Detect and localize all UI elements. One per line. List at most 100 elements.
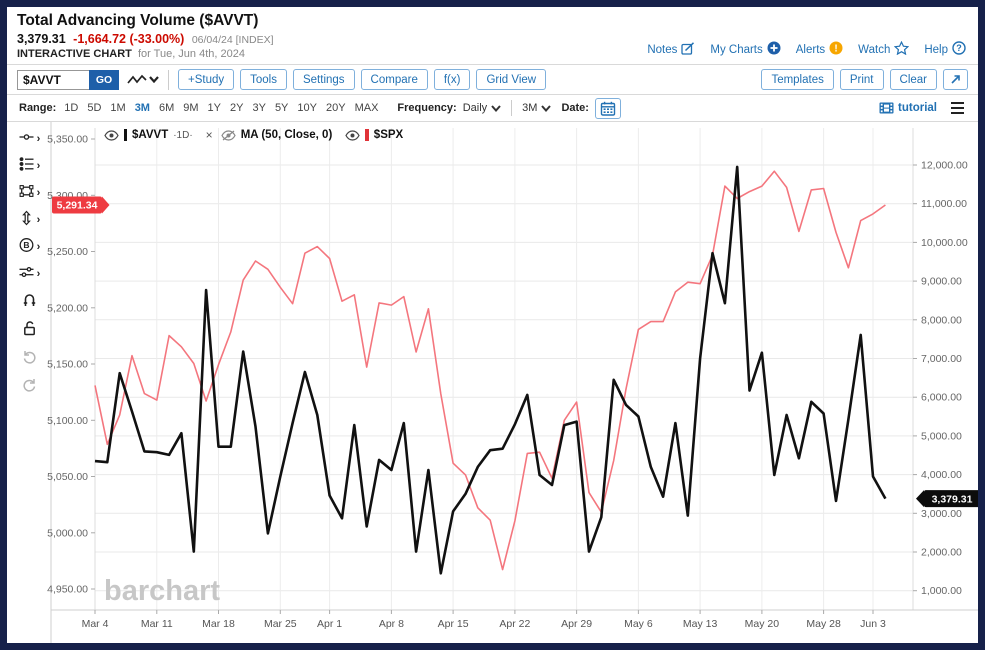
clear-button[interactable]: Clear [890, 69, 937, 90]
chart-type-selector[interactable] [127, 73, 159, 87]
redo-button[interactable] [21, 372, 38, 400]
undo-button[interactable] [21, 344, 38, 372]
range-5d[interactable]: 5D [87, 102, 101, 114]
left-axis-tick-label: 5,000.00 [47, 527, 88, 539]
frequency-label: Frequency: [397, 102, 456, 114]
left-axis-tick-label: 5,200.00 [47, 302, 88, 314]
chevron-right-icon[interactable]: › [37, 134, 41, 145]
period-value: 3M [522, 102, 537, 114]
avvt-line-series[interactable] [95, 167, 885, 573]
drawing-tools-sidebar: ››››B›› [7, 126, 51, 400]
left-axis-tick-label: 5,100.00 [47, 415, 88, 427]
range-items: 1D 5D 1M 3M 6M 9M 1Y 2Y 3Y 5Y 10Y 20Y MAX [64, 102, 387, 114]
notes-icon [681, 42, 695, 58]
chevron-down-icon [541, 105, 551, 112]
interactive-chart-date: for Tue, Jun 4th, 2024 [138, 48, 245, 60]
chevron-right-icon[interactable]: › [37, 242, 41, 253]
eye-icon [104, 130, 119, 141]
range-1m[interactable]: 1M [110, 102, 125, 114]
calendar-button[interactable] [595, 98, 621, 119]
rangebar-right: tutorial [879, 100, 966, 117]
plus-circle-icon [767, 41, 781, 58]
f-x--button[interactable]: f(x) [434, 69, 471, 90]
chevron-right-icon[interactable]: › [37, 269, 41, 280]
x-axis-tick-label: May 20 [745, 618, 780, 630]
spx-price-badge: 5,291.34 [52, 197, 110, 214]
chevron-right-icon[interactable]: › [37, 161, 41, 172]
measure-line-tool[interactable]: › [18, 126, 41, 153]
line-zigzag-icon [127, 73, 147, 87]
period-dropdown[interactable]: 3M [522, 102, 551, 114]
left-axis-tick-label: 5,150.00 [47, 359, 88, 371]
chevron-right-icon[interactable]: › [37, 215, 41, 226]
-study-button[interactable]: +Study [178, 69, 234, 90]
price-change: -1,664.72 (-33.00%) [73, 32, 184, 46]
left-axis-tick-label: 4,950.00 [47, 584, 88, 596]
range-3y[interactable]: 3Y [252, 102, 265, 114]
header-links: Notes My Charts Alerts! Watch Help? [647, 41, 966, 58]
shapes-tool[interactable]: › [18, 180, 41, 207]
arrow-updown-tool-icon [18, 210, 35, 231]
tutorial-link[interactable]: tutorial [879, 102, 937, 114]
header-link-notes[interactable]: Notes [647, 42, 695, 58]
frequency-dropdown[interactable]: Daily [463, 102, 501, 114]
range-10y[interactable]: 10Y [297, 102, 317, 114]
print-button[interactable]: Print [840, 69, 884, 90]
expand-button[interactable] [943, 69, 968, 90]
templates-button[interactable]: Templates [761, 69, 833, 90]
x-axis-tick-label: Apr 22 [499, 618, 530, 630]
range-max[interactable]: MAX [355, 102, 379, 114]
header-link-watch[interactable]: Watch [858, 41, 909, 58]
toolbar-left-buttons: +Study Tools Settings Compare f(x)Grid View [178, 69, 552, 90]
magnet-snap-tool[interactable] [21, 288, 38, 316]
frequency-value: Daily [463, 102, 487, 114]
go-button[interactable]: GO [89, 70, 119, 90]
close-icon[interactable]: × [206, 128, 213, 142]
arrow-updown-tool[interactable]: › [18, 207, 41, 234]
right-axis-tick-label: 9,000.00 [921, 276, 962, 288]
symbol-input[interactable] [17, 70, 89, 90]
right-axis-tick-label: 11,000.00 [921, 198, 967, 210]
legend-frequency: ·1D· [173, 130, 192, 141]
range-bar: Range: 1D5D1M3M6M9M1Y2Y3Y5Y10Y20YMAX Fre… [7, 95, 978, 122]
circle-b-tool[interactable]: B› [18, 234, 41, 261]
settings-button[interactable]: Settings [293, 69, 355, 90]
right-axis-tick-label: 3,000.00 [921, 508, 962, 520]
compare-button[interactable]: Compare [361, 69, 428, 90]
chevron-right-icon[interactable]: › [37, 188, 41, 199]
chevron-down-icon [491, 105, 501, 112]
header-link-my-charts[interactable]: My Charts [710, 41, 780, 58]
header-link-alerts[interactable]: Alerts! [796, 41, 843, 58]
price-chart[interactable]: barchart5,350.005,300.005,250.005,200.00… [7, 122, 985, 643]
tutorial-label: tutorial [898, 102, 937, 114]
unlock-tool[interactable] [21, 316, 38, 344]
redo-button-icon [21, 376, 38, 397]
range-1d[interactable]: 1D [64, 102, 78, 114]
tools-button[interactable]: Tools [240, 69, 287, 90]
svg-text:3,379.31: 3,379.31 [932, 493, 973, 505]
left-axis-tick-label: 5,350.00 [47, 134, 88, 146]
grid-view-button[interactable]: Grid View [476, 69, 546, 90]
range-9m[interactable]: 9M [183, 102, 198, 114]
page-title: Total Advancing Volume ($AVVT) [17, 12, 968, 30]
legend-ma-study[interactable]: MA (50, Close, 0) [241, 129, 333, 141]
hamburger-menu-icon[interactable] [949, 100, 966, 117]
indicator-sliders-tool-icon [18, 264, 35, 285]
range-3m[interactable]: 3M [135, 102, 150, 114]
undo-button-icon [21, 348, 38, 369]
range-1y[interactable]: 1Y [208, 102, 221, 114]
x-axis-tick-label: Mar 11 [141, 618, 173, 630]
range-20y[interactable]: 20Y [326, 102, 346, 114]
range-6m[interactable]: 6M [159, 102, 174, 114]
svg-text:!: ! [835, 43, 838, 54]
drawings-list-tool-icon [18, 156, 35, 177]
drawings-list-tool[interactable]: › [18, 153, 41, 180]
range-2y[interactable]: 2Y [230, 102, 243, 114]
indicator-sliders-tool[interactable]: › [18, 261, 41, 288]
eye-icon [345, 130, 360, 141]
header-link-help[interactable]: Help? [924, 41, 966, 58]
header-link-label: Notes [647, 44, 677, 56]
spx-color-swatch [365, 129, 369, 141]
date-label: Date: [561, 102, 589, 114]
range-5y[interactable]: 5Y [275, 102, 288, 114]
